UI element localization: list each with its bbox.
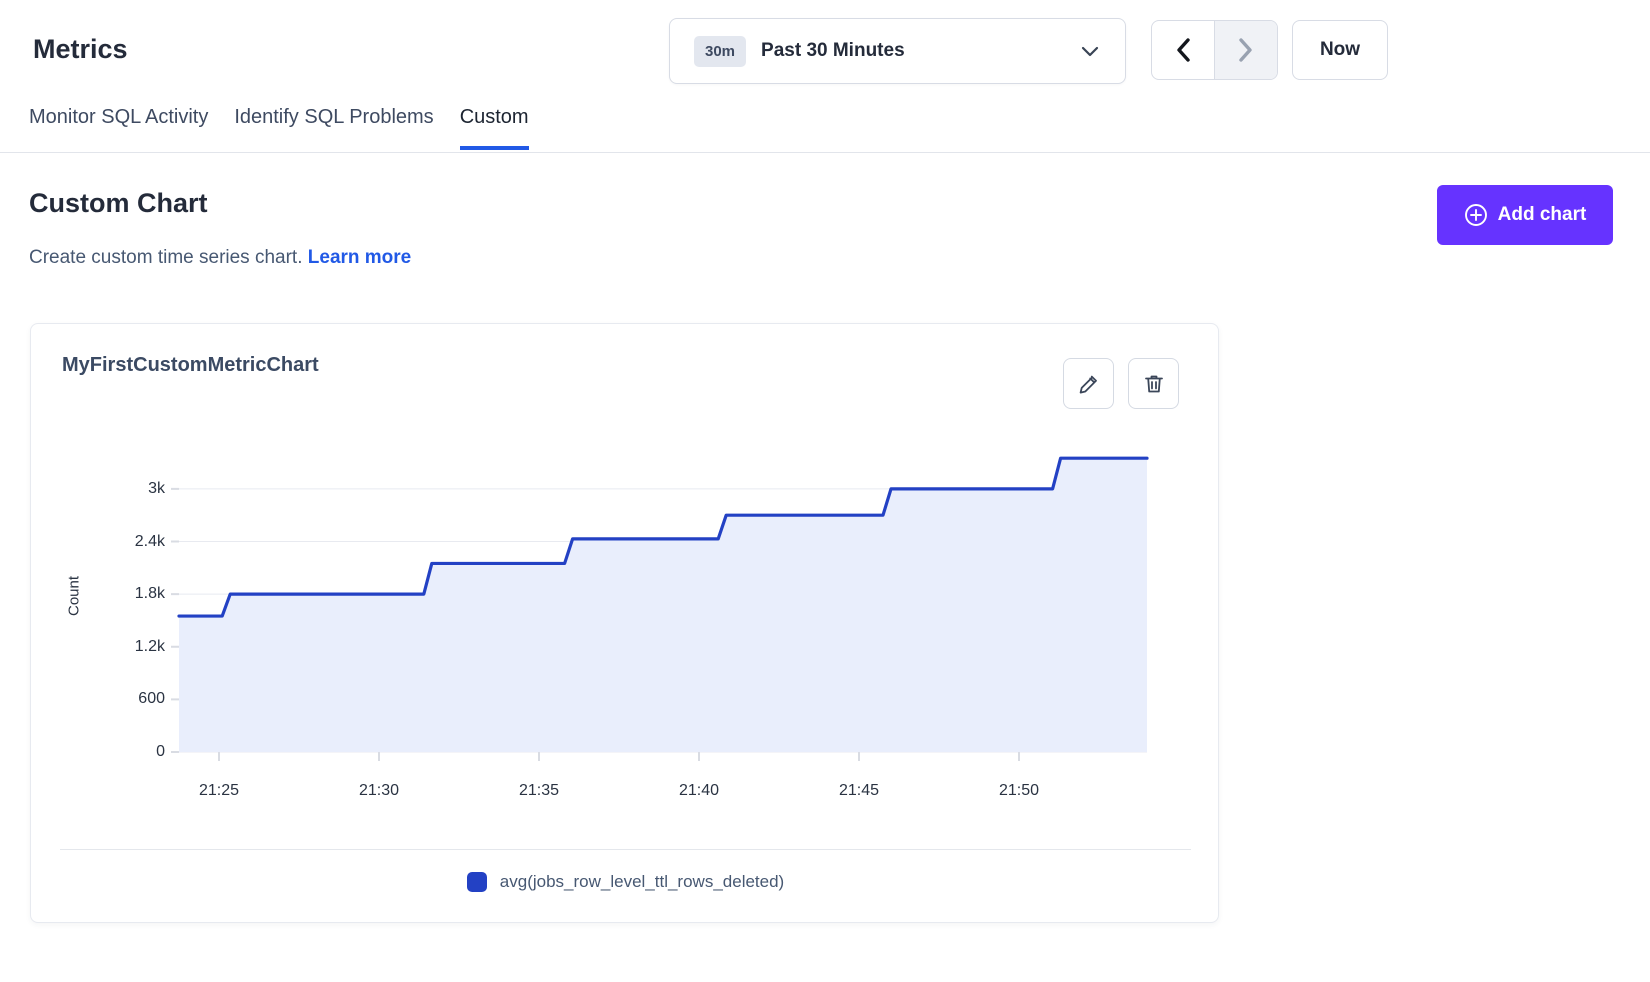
tab-bar: Monitor SQL Activity Identify SQL Proble… bbox=[29, 106, 529, 150]
tab-divider bbox=[0, 152, 1650, 153]
x-tick-label: 21:25 bbox=[179, 780, 259, 802]
chart-title: MyFirstCustomMetricChart bbox=[62, 354, 319, 377]
chart-legend: avg(jobs_row_level_ttl_rows_deleted) bbox=[31, 872, 1220, 892]
legend-label: avg(jobs_row_level_ttl_rows_deleted) bbox=[500, 872, 784, 892]
y-tick-label: 3k bbox=[79, 478, 165, 500]
tab-monitor-sql-activity[interactable]: Monitor SQL Activity bbox=[29, 106, 208, 150]
y-tick-label: 0 bbox=[79, 741, 165, 763]
chart-card: MyFirstCustomMetricChart Count 06001.2k1… bbox=[30, 323, 1219, 923]
legend-swatch bbox=[467, 872, 487, 892]
x-tick-label: 21:50 bbox=[979, 780, 1059, 802]
prev-time-button[interactable] bbox=[1152, 21, 1215, 79]
plus-circle-icon bbox=[1464, 203, 1488, 227]
tab-identify-sql-problems[interactable]: Identify SQL Problems bbox=[234, 106, 433, 150]
legend-divider bbox=[60, 849, 1191, 850]
y-tick-label: 1.2k bbox=[79, 636, 165, 658]
now-button[interactable]: Now bbox=[1292, 20, 1388, 80]
add-chart-button[interactable]: Add chart bbox=[1437, 185, 1613, 245]
edit-chart-button[interactable] bbox=[1063, 358, 1114, 409]
chart-svg bbox=[171, 424, 1161, 769]
x-tick-label: 21:45 bbox=[819, 780, 899, 802]
trash-icon bbox=[1142, 372, 1166, 396]
y-tick-label: 600 bbox=[79, 688, 165, 710]
next-time-button[interactable] bbox=[1215, 21, 1277, 79]
page-title: Metrics bbox=[33, 34, 128, 65]
x-tick-label: 21:40 bbox=[659, 780, 739, 802]
add-chart-label: Add chart bbox=[1498, 204, 1587, 226]
chevron-right-icon bbox=[1238, 37, 1254, 63]
section-subtitle: Create custom time series chart. Learn m… bbox=[29, 247, 411, 269]
pencil-icon bbox=[1077, 372, 1101, 396]
y-tick-label: 1.8k bbox=[79, 583, 165, 605]
x-tick-label: 21:35 bbox=[499, 780, 579, 802]
time-range-badge: 30m bbox=[694, 36, 746, 67]
tab-custom[interactable]: Custom bbox=[460, 106, 529, 150]
learn-more-link[interactable]: Learn more bbox=[308, 247, 411, 268]
time-range-dropdown[interactable]: 30m Past 30 Minutes bbox=[669, 18, 1126, 84]
x-tick-label: 21:30 bbox=[339, 780, 419, 802]
chevron-left-icon bbox=[1175, 37, 1191, 63]
time-range-label: Past 30 Minutes bbox=[761, 40, 1081, 62]
section-title: Custom Chart bbox=[29, 188, 208, 219]
chevron-down-icon bbox=[1081, 46, 1099, 57]
y-tick-label: 2.4k bbox=[79, 531, 165, 553]
delete-chart-button[interactable] bbox=[1128, 358, 1179, 409]
time-step-buttons bbox=[1151, 20, 1278, 80]
